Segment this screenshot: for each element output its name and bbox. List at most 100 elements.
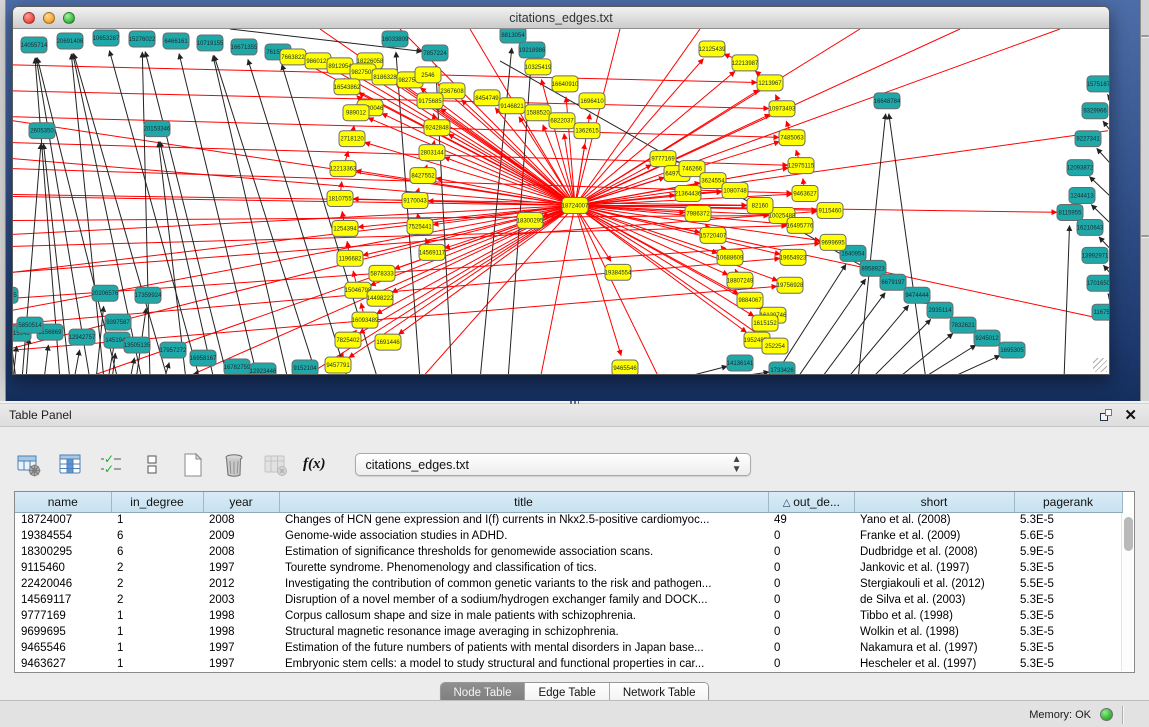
graph-node[interactable]: 19218986: [519, 42, 546, 58]
table-row[interactable]: 1830029562008Estimation of significance …: [15, 544, 1122, 560]
graph-node[interactable]: 19654923: [780, 249, 807, 265]
graph-node[interactable]: 1254394: [332, 220, 358, 236]
column-header[interactable]: year: [203, 492, 279, 512]
graph-node[interactable]: 2526035: [13, 287, 18, 303]
graph-node[interactable]: 5878333: [369, 265, 395, 281]
graph-node[interactable]: 14055714: [21, 37, 48, 53]
graph-node[interactable]: 9397587: [105, 314, 131, 330]
graph-node[interactable]: 12213363: [330, 161, 357, 177]
graph-node[interactable]: 16958167: [190, 350, 217, 366]
graph-node[interactable]: 252254: [762, 338, 788, 354]
graph-node[interactable]: 16033809: [382, 31, 409, 47]
column-header[interactable]: title: [279, 492, 768, 512]
graph-node[interactable]: 17957272: [160, 342, 187, 358]
graph-node[interactable]: 8427552: [410, 168, 436, 184]
graph-node[interactable]: 6466161: [163, 33, 189, 49]
table-row[interactable]: 946554611997Estimation of the future num…: [15, 640, 1122, 656]
graph-node[interactable]: 16543862: [334, 79, 361, 95]
graph-node[interactable]: 82160: [747, 198, 773, 214]
graph-node[interactable]: 7525441: [407, 218, 433, 234]
table-row[interactable]: 969969511998Structural magnetic resonanc…: [15, 624, 1122, 640]
graph-node[interactable]: 16640910: [552, 76, 579, 92]
graph-node[interactable]: 9170043: [402, 193, 428, 209]
table-row[interactable]: 977716911998Corpus callosum shape and si…: [15, 608, 1122, 624]
graph-node[interactable]: 2718120: [339, 131, 365, 147]
graph-node[interactable]: 10973493: [769, 101, 796, 117]
window-resize-grip[interactable]: [1093, 358, 1107, 372]
collapsed-left-panel-strip[interactable]: [0, 0, 6, 401]
graph-node[interactable]: 2605350: [29, 123, 55, 139]
graph-node[interactable]: 21364436: [675, 186, 702, 202]
graph-node[interactable]: 1615152: [752, 315, 778, 331]
graph-node[interactable]: 1167533: [1092, 304, 1109, 320]
graph-node[interactable]: 16210643: [1077, 219, 1104, 235]
graph-node[interactable]: 17359924: [135, 287, 162, 303]
window-titlebar[interactable]: citations_edges.txt: [13, 7, 1109, 29]
table-row[interactable]: 911546021997Tourette syndrome. Phenomeno…: [15, 560, 1122, 576]
table-row[interactable]: 946362711997Embryonic stem cells: a mode…: [15, 656, 1122, 672]
row-height-icon[interactable]: [139, 452, 165, 478]
close-panel-icon[interactable]: ✕: [1124, 406, 1137, 425]
table-row[interactable]: 2242004622012Investigating the contribut…: [15, 576, 1122, 592]
graph-node[interactable]: 2546: [415, 67, 441, 83]
graph-node[interactable]: 16671355: [231, 39, 258, 55]
graph-node[interactable]: 12213987: [732, 55, 759, 71]
graph-node[interactable]: 1733426: [769, 362, 795, 374]
graph-node[interactable]: 10325419: [525, 59, 552, 75]
graph-node[interactable]: 18724007: [562, 198, 589, 214]
graph-node[interactable]: 8115955: [1057, 204, 1083, 220]
graph-node[interactable]: 9146821: [499, 98, 525, 114]
graph-node[interactable]: 6822037: [549, 113, 575, 129]
graph-node[interactable]: 13992971: [1082, 247, 1109, 263]
graph-node[interactable]: 1244413: [1069, 188, 1095, 204]
graph-node[interactable]: 9699695: [820, 234, 846, 250]
graph-node[interactable]: 10719155: [197, 35, 224, 51]
graph-node[interactable]: 18300295: [517, 212, 544, 228]
graph-node[interactable]: 1588520: [525, 105, 551, 121]
graph-node[interactable]: 19384554: [605, 264, 632, 280]
show-columns-icon[interactable]: [57, 452, 83, 478]
table-row[interactable]: 1938455462009Genome-wide association stu…: [15, 528, 1122, 544]
graph-node[interactable]: 7485063: [779, 130, 805, 146]
graph-node[interactable]: 14136141: [727, 355, 754, 371]
graph-node[interactable]: 1696410: [579, 93, 605, 109]
graph-node[interactable]: 14498222: [367, 290, 394, 306]
graph-node[interactable]: 12975115: [788, 158, 815, 174]
graph-node[interactable]: 9465546: [612, 360, 638, 374]
graph-node[interactable]: 8454749: [474, 90, 500, 106]
graph-node[interactable]: 12125439: [699, 41, 726, 57]
graph-node[interactable]: 9152104: [292, 360, 318, 374]
graph-node[interactable]: 9463627: [792, 186, 818, 202]
graph-node[interactable]: 20153346: [144, 121, 171, 137]
delete-table-trash-icon[interactable]: [221, 452, 247, 478]
graph-node[interactable]: 9115460: [817, 202, 843, 218]
select-columns-icon[interactable]: ✓✓: [98, 452, 124, 478]
graph-node[interactable]: 9227341: [1075, 131, 1101, 147]
graph-node[interactable]: 13505135: [124, 337, 151, 353]
function-builder-icon[interactable]: f(x): [303, 452, 326, 478]
graph-node[interactable]: 20691406: [57, 33, 84, 49]
graph-node[interactable]: 16648784: [874, 93, 901, 109]
graph-node[interactable]: 7986372: [685, 205, 711, 221]
collapsed-right-panel-strip[interactable]: [1140, 0, 1149, 401]
float-panel-icon[interactable]: [1100, 409, 1112, 421]
graph-node[interactable]: 1080748: [722, 183, 748, 199]
graph-node[interactable]: 12093872: [1067, 160, 1094, 176]
column-header[interactable]: in_degree: [111, 492, 203, 512]
graph-node[interactable]: 15276022: [129, 31, 156, 47]
citation-network-graph[interactable]: 18724007 14055714 20691406 10653287 15276022…: [13, 29, 1109, 374]
graph-node[interactable]: 16782759: [224, 359, 251, 374]
graph-node[interactable]: 989012: [343, 105, 369, 121]
graph-node[interactable]: 9242848: [424, 120, 450, 136]
graph-node[interactable]: 8912954: [327, 58, 353, 74]
graph-node[interactable]: 16093489: [352, 312, 379, 328]
table-row[interactable]: 1872400712008Changes of HCN gene express…: [15, 512, 1122, 528]
graph-node[interactable]: 10653287: [93, 30, 120, 46]
graph-node[interactable]: 1695305: [999, 342, 1025, 358]
graph-node[interactable]: 10688609: [717, 249, 744, 265]
graph-node[interactable]: 15751874: [1087, 76, 1109, 92]
graph-node[interactable]: 2803144: [419, 145, 445, 161]
graph-node[interactable]: 5850514: [17, 317, 43, 333]
graph-node[interactable]: 15720407: [700, 227, 727, 243]
graph-node[interactable]: 9175685: [417, 93, 443, 109]
